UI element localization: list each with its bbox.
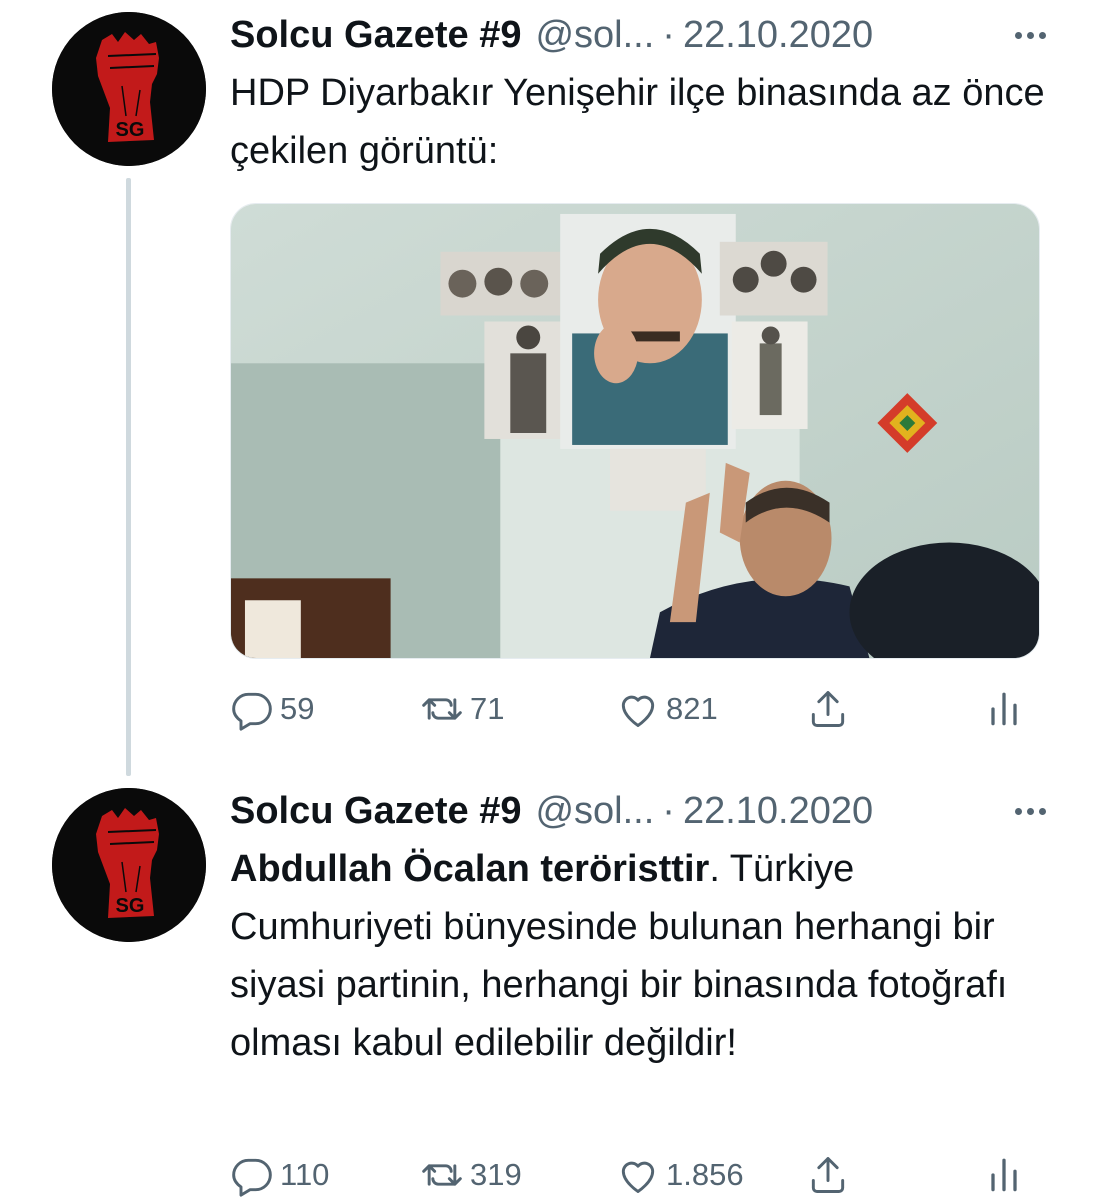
retweet-count: 319	[470, 1157, 522, 1192]
tweet-actions: 110 319 1.856	[230, 1150, 1030, 1200]
stats-button[interactable]	[982, 687, 1026, 731]
author-name[interactable]: Solcu Gazete #9	[230, 14, 521, 57]
avatar-text: SG	[116, 119, 145, 141]
tweet-date[interactable]: 22.10.2020	[683, 14, 873, 57]
tweet[interactable]: SG Solcu Gazete #9 @sol... · 22.10.2020 …	[0, 0, 1094, 780]
author-name[interactable]: Solcu Gazete #9	[230, 790, 521, 833]
like-count: 821	[666, 691, 718, 726]
fist-logo-icon: SG	[52, 12, 206, 166]
tweet[interactable]: SG Solcu Gazete #9 @sol... · 22.10.2020 …	[0, 780, 1094, 1200]
retweet-icon	[422, 698, 462, 720]
more-icon[interactable]	[1015, 31, 1054, 39]
tweet-text: HDP Diyarbakır Yenişehir ilçe binasında …	[230, 72, 1045, 172]
like-icon	[621, 695, 655, 727]
fist-logo-icon: SG	[52, 788, 206, 942]
tweet-text: Abdullah Öcalan teröristtir. Türkiye Cum…	[230, 840, 1054, 1072]
stats-icon	[991, 1158, 1017, 1192]
author-handle[interactable]: @sol...	[535, 790, 654, 833]
like-count: 1.856	[666, 1157, 744, 1192]
tweet-header: Solcu Gazete #9 @sol... · 22.10.2020	[230, 10, 1054, 60]
like-button[interactable]: 821	[616, 687, 718, 731]
reply-button[interactable]: 59	[230, 687, 314, 731]
tweet-actions: 59 71 821	[230, 684, 1030, 734]
retweet-icon	[422, 1164, 462, 1186]
avatar-text: SG	[116, 895, 145, 917]
thread-line	[126, 178, 131, 776]
share-button[interactable]	[806, 1153, 850, 1197]
author-handle[interactable]: @sol...	[535, 14, 654, 57]
more-icon[interactable]	[1015, 807, 1054, 815]
share-button[interactable]	[806, 687, 850, 731]
tweet-photo[interactable]	[230, 203, 1040, 659]
separator-dot: ·	[662, 13, 675, 56]
tweet-header: Solcu Gazete #9 @sol... · 22.10.2020	[230, 786, 1054, 836]
like-icon	[621, 1161, 655, 1193]
tweet-content: Solcu Gazete #9 @sol... · 22.10.2020 HDP…	[230, 10, 1054, 180]
stats-icon	[991, 692, 1017, 726]
retweet-button[interactable]: 71	[420, 687, 504, 731]
reply-icon	[232, 1158, 272, 1197]
share-icon	[811, 691, 845, 727]
tweet-text-bold: Abdullah Öcalan teröristtir	[230, 848, 710, 890]
reply-button[interactable]: 110	[230, 1153, 329, 1197]
photo-image	[231, 204, 1039, 658]
retweet-count: 71	[470, 691, 505, 726]
tweet-date[interactable]: 22.10.2020	[683, 790, 873, 833]
reply-count: 59	[280, 691, 315, 726]
like-button[interactable]: 1.856	[616, 1153, 744, 1197]
share-icon	[811, 1157, 845, 1193]
reply-icon	[232, 692, 272, 731]
avatar[interactable]: SG	[52, 788, 206, 942]
stats-button[interactable]	[982, 1153, 1026, 1197]
reply-count: 110	[280, 1157, 330, 1192]
avatar[interactable]: SG	[52, 12, 206, 166]
separator-dot: ·	[662, 789, 675, 832]
retweet-button[interactable]: 319	[420, 1153, 522, 1197]
tweet-content: Solcu Gazete #9 @sol... · 22.10.2020 Abd…	[230, 786, 1054, 1072]
